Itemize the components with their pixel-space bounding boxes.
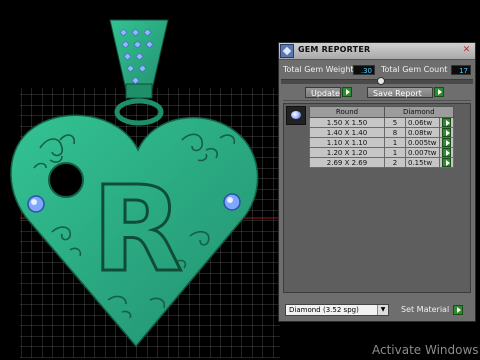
gem-reporter-panel: GEM REPORTER ✕ Total Gem Weight .30 Tota… [278,42,476,322]
gem-list[interactable]: Round Diamond 1.50 X 1.50 5 0.06tw 1.40 … [283,103,471,293]
slider-thumb[interactable] [377,77,385,85]
table-row[interactable]: 1.40 X 1.40 8 0.08tw [309,127,454,138]
column-header-diamond: Diamond [384,106,454,118]
row-go-icon[interactable] [441,128,451,137]
chevron-down-icon[interactable]: ▼ [377,305,388,315]
pendant-hole [48,162,84,198]
gem-slider[interactable] [281,77,473,85]
gem-size-cell: 1.40 X 1.40 [309,127,385,138]
gem-size-cell: 1.10 X 1.10 [309,137,385,148]
update-button[interactable]: Update [305,87,341,98]
gem-count-cell: 5 [384,117,406,128]
gem-weight-cell: 0.007tw [405,147,440,158]
table-row[interactable]: 1.50 X 1.50 5 0.06tw [309,117,454,128]
gem-size-cell: 2.69 X 2.69 [309,157,385,168]
gem-weight-cell: 0.08tw [405,127,440,138]
total-weight-field[interactable]: .30 [353,65,375,75]
gem-count-cell: 1 [384,137,406,148]
round-gem-icon[interactable] [286,106,306,125]
gem-weight-cell: 0.06tw [405,117,440,128]
set-material-label[interactable]: Set Material [401,305,449,314]
table-row[interactable]: 1.20 X 1.20 1 0.007tw [309,147,454,158]
set-material-run-icon[interactable] [453,305,463,315]
divider [283,100,471,101]
gem-size-cell: 1.50 X 1.50 [309,117,385,128]
gem-count-cell: 1 [384,147,406,158]
gem-weight-cell: 0.005tw [405,137,440,148]
material-select[interactable]: Diamond (3.52 spg) ▼ [285,304,389,316]
row-go-icon[interactable] [441,158,451,167]
column-header-round: Round [309,106,385,118]
total-weight-label: Total Gem Weight [283,65,354,74]
gem-weight-cell: 0.15tw [405,157,440,168]
total-count-label: Total Gem Count [381,65,448,74]
total-count-field[interactable]: 17 [451,65,471,75]
material-gravity: (3.52 spg) [323,306,359,314]
update-run-icon[interactable] [342,87,352,97]
gem-size-cell: 1.20 X 1.20 [309,147,385,158]
panel-title: GEM REPORTER [298,45,371,54]
panel-title-bar[interactable]: GEM REPORTER ✕ [279,43,475,60]
close-icon[interactable]: ✕ [461,45,472,56]
gem-count-cell: 2 [384,157,406,168]
row-go-icon[interactable] [441,118,451,127]
activation-watermark: Activate Windows [372,343,479,357]
row-go-icon[interactable] [441,148,451,157]
app-logo-icon [280,44,294,58]
gem-count-cell: 8 [384,127,406,138]
table-row[interactable]: 2.69 X 2.69 2 0.15tw [309,157,454,168]
row-go-icon[interactable] [441,138,451,147]
gem-table: Round Diamond 1.50 X 1.50 5 0.06tw 1.40 … [309,106,454,168]
save-report-run-icon[interactable] [434,87,444,97]
engraved-letter: R [92,160,183,298]
material-name: Diamond [289,306,321,314]
table-row[interactable]: 1.10 X 1.10 1 0.005tw [309,137,454,148]
save-report-button[interactable]: Save Report [367,87,433,98]
